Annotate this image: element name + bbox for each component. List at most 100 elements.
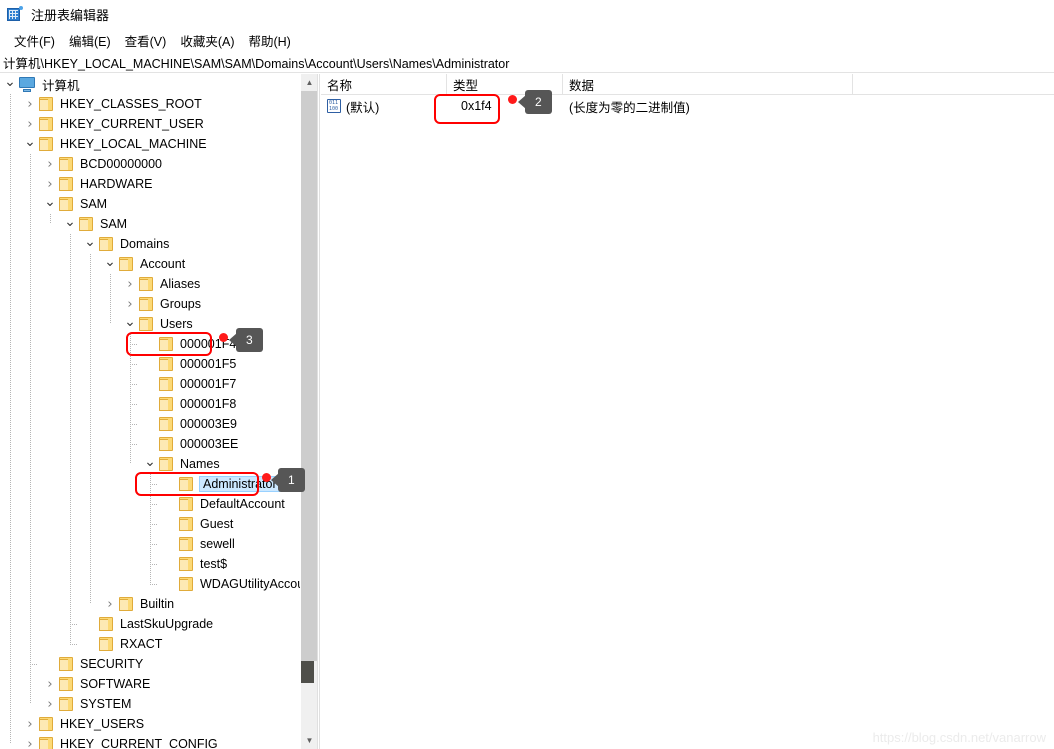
column-header-data[interactable]: 数据 [563, 74, 853, 95]
tree-item-000001f5[interactable]: 000001F5 [0, 354, 300, 374]
tree-item-groups[interactable]: › Groups [0, 294, 300, 314]
folder-icon [38, 737, 55, 749]
tree-item-label: SECURITY [80, 657, 144, 671]
column-header-type[interactable]: 类型 [447, 74, 563, 95]
tree-item-names[interactable]: ⌄ Names [0, 454, 300, 474]
chevron-up-icon[interactable]: ▲ [301, 74, 318, 91]
address-bar[interactable]: 计算机\HKEY_LOCAL_MACHINE\SAM\SAM\Domains\A… [0, 52, 1054, 73]
chevron-right-icon[interactable]: › [22, 94, 38, 114]
chevron-right-icon[interactable]: › [42, 154, 58, 174]
tree-item-label: RXACT [120, 637, 163, 651]
tree-item-defaultaccount[interactable]: DefaultAccount [0, 494, 300, 514]
tree-item-aliases[interactable]: › Aliases [0, 274, 300, 294]
chevron-right-icon[interactable]: › [22, 734, 38, 749]
tree-item-users[interactable]: ⌄ Users [0, 314, 300, 334]
tree-item-lastskuupgrade[interactable]: LastSkuUpgrade [0, 614, 300, 634]
tree-item-software[interactable]: › SOFTWARE [0, 674, 300, 694]
chevron-right-icon[interactable]: › [42, 694, 58, 714]
registry-values-panel[interactable]: 名称 类型 数据 011 100 (默认) 0x1f4 (长度为零的二进制值) [321, 74, 1054, 749]
chevron-right-icon[interactable]: › [42, 674, 58, 694]
tree-item-system[interactable]: › SYSTEM [0, 694, 300, 714]
tree-item-bcd00000000[interactable]: › BCD00000000 [0, 154, 300, 174]
menu-item-edit[interactable]: 编辑(E) [63, 30, 119, 51]
chevron-right-icon[interactable]: › [102, 594, 118, 614]
column-header-name[interactable]: 名称 [321, 74, 447, 95]
folder-icon [58, 197, 75, 211]
column-header-row: 名称 类型 数据 [321, 74, 1054, 95]
tree-item-rxact[interactable]: RXACT [0, 634, 300, 654]
chevron-down-icon[interactable]: ▼ [301, 732, 318, 749]
tree-item-000001f4[interactable]: 000001F4 [0, 334, 300, 354]
folder-icon [118, 257, 135, 271]
tree-item-sam[interactable]: ⌄ SAM [0, 214, 300, 234]
chevron-down-icon[interactable]: ⌄ [2, 74, 18, 92]
value-name-cell[interactable]: 011 100 (默认) [321, 95, 447, 117]
tree-item-guest[interactable]: Guest [0, 514, 300, 534]
tree-item-wdagutilityaccount[interactable]: WDAGUtilityAccount [0, 574, 300, 594]
tree-item-label: DefaultAccount [200, 497, 285, 511]
chevron-down-icon[interactable]: ⌄ [142, 452, 158, 472]
folder-icon [38, 137, 55, 151]
folder-icon [118, 597, 135, 611]
tree-item-000003e9[interactable]: 000003E9 [0, 414, 300, 434]
chevron-right-icon[interactable]: › [22, 714, 38, 734]
table-row[interactable]: 011 100 (默认) 0x1f4 (长度为零的二进制值) [321, 95, 1054, 117]
chevron-right-icon[interactable]: › [122, 274, 138, 294]
chevron-down-icon[interactable]: ⌄ [102, 252, 118, 272]
panel-splitter[interactable] [317, 74, 320, 749]
tree-scrollbar[interactable]: ▲ ▼ [300, 74, 318, 749]
scrollbar-thumb[interactable] [301, 91, 318, 661]
folder-icon [138, 277, 155, 291]
folder-icon [178, 577, 195, 591]
scrollbar-position-marker[interactable] [301, 661, 314, 683]
chevron-down-icon[interactable]: ⌄ [122, 312, 138, 332]
tree-item-administrator[interactable]: Administrator [0, 474, 300, 494]
tree-item-label: 000001F4 [180, 337, 237, 351]
menu-item-help[interactable]: 帮助(H) [242, 30, 298, 51]
chevron-down-icon[interactable]: ⌄ [82, 232, 98, 252]
tree-item-hkey-current-user[interactable]: › HKEY_CURRENT_USER [0, 114, 300, 134]
tree-item-label: test$ [200, 557, 228, 571]
folder-icon [98, 617, 115, 631]
tree-item-hkey-local-machine[interactable]: ⌄ HKEY_LOCAL_MACHINE [0, 134, 300, 154]
tree-item-label: BCD00000000 [80, 157, 163, 171]
tree-item-000001f7[interactable]: 000001F7 [0, 374, 300, 394]
tree-item-test-[interactable]: test$ [0, 554, 300, 574]
value-type-cell[interactable]: 0x1f4 [447, 95, 563, 117]
registry-tree-panel[interactable]: ⌄ 计算机 › HKEY_CLASSES_ROOT › HKEY_CURRENT_USER… [0, 74, 300, 749]
tree-item-sewell[interactable]: sewell [0, 534, 300, 554]
folder-icon [178, 557, 195, 571]
tree-item-domains[interactable]: ⌄ Domains [0, 234, 300, 254]
tree-item--[interactable]: ⌄ 计算机 [0, 74, 300, 94]
tree-item-label: 000001F8 [180, 397, 237, 411]
tree-item-hkey-classes-root[interactable]: › HKEY_CLASSES_ROOT [0, 94, 300, 114]
tree-item-label: HKEY_CURRENT_CONFIG [60, 737, 218, 749]
tree-item-label: 000003E9 [180, 417, 238, 431]
tree-item-account[interactable]: ⌄ Account [0, 254, 300, 274]
folder-icon [98, 637, 115, 651]
tree-item-security[interactable]: SECURITY [0, 654, 300, 674]
chevron-down-icon[interactable]: ⌄ [22, 132, 38, 152]
chevron-down-icon[interactable]: ⌄ [42, 192, 58, 212]
tree-item-hkey-current-config[interactable]: › HKEY_CURRENT_CONFIG [0, 734, 300, 749]
folder-icon [158, 357, 175, 371]
tree-item-sam[interactable]: ⌄ SAM [0, 194, 300, 214]
folder-icon [58, 657, 75, 671]
scrollbar-track[interactable] [301, 91, 318, 732]
menu-item-view[interactable]: 查看(V) [119, 30, 175, 51]
tree-item-builtin[interactable]: › Builtin [0, 594, 300, 614]
tree-item-000001f8[interactable]: 000001F8 [0, 394, 300, 414]
tree-item-label: SYSTEM [80, 697, 132, 711]
menu-item-favorites[interactable]: 收藏夹(A) [174, 30, 242, 51]
tree-item-label: 计算机 [42, 78, 80, 93]
chevron-down-icon[interactable]: ⌄ [62, 212, 78, 232]
menu-item-file[interactable]: 文件(F) [8, 30, 63, 51]
tree-item-label: HARDWARE [80, 177, 153, 191]
value-data-cell[interactable]: (长度为零的二进制值) [563, 95, 853, 117]
tree-item-hkey-users[interactable]: › HKEY_USERS [0, 714, 300, 734]
